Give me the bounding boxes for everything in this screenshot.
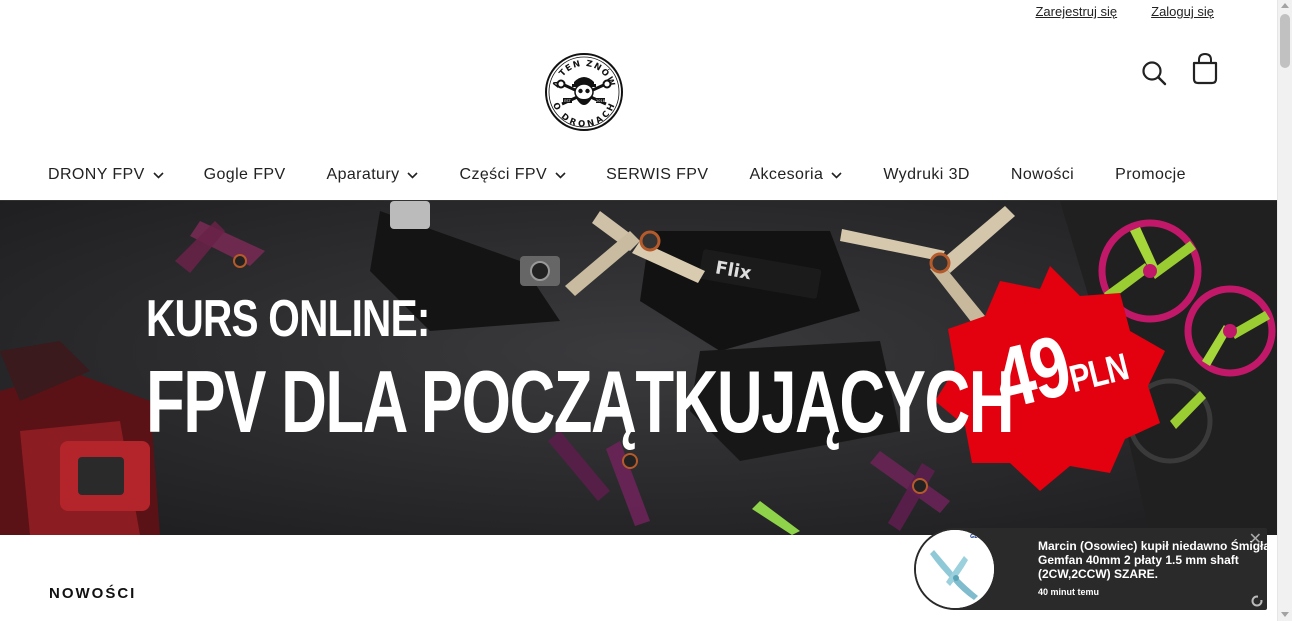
- logo-badge-icon: A TEN ZNÓW O DRONACH EST 2018: [545, 53, 623, 131]
- svg-text:2018: 2018: [596, 99, 605, 103]
- nav-item-promocje[interactable]: Promocje: [1115, 166, 1186, 184]
- scroll-up-arrow-icon[interactable]: [1281, 3, 1289, 8]
- main-nav: DRONY FPV Gogle FPV Aparatury Części FPV…: [48, 160, 1186, 190]
- login-link[interactable]: Zaloguj się: [1151, 4, 1214, 19]
- nav-item-label: SERWIS FPV: [606, 166, 709, 183]
- site-logo[interactable]: A TEN ZNÓW O DRONACH EST 2018: [544, 52, 624, 132]
- nav-item-serwis-fpv[interactable]: SERWIS FPV: [606, 166, 708, 184]
- search-icon[interactable]: [1140, 59, 1168, 87]
- page: Zarejestruj się Zaloguj się A TEN ZNÓW O…: [0, 0, 1277, 621]
- chevron-down-icon: [153, 171, 164, 179]
- nav-item-czesci-fpv[interactable]: Części FPV: [459, 166, 566, 184]
- section-title-nowosci: NOWOŚCI: [49, 585, 137, 602]
- hero-banner[interactable]: Flix KURS ONLINE: FPV DLA POCZĄTKUJĄCYCH…: [0, 201, 1277, 535]
- svg-text:EST: EST: [564, 99, 571, 103]
- nav-item-drony-fpv[interactable]: DRONY FPV: [48, 166, 164, 184]
- account-links: Zarejestruj się Zaloguj się: [1035, 4, 1214, 19]
- scroll-down-arrow-icon[interactable]: [1281, 612, 1289, 617]
- scrollbar-thumb[interactable]: [1280, 14, 1290, 68]
- notification-message: Marcin (Osowiec) kupił niedawno Śmigła G…: [1038, 539, 1271, 581]
- purchase-notification[interactable]: ✕ Marcin (Osowiec) kupił niedawno Śmigła…: [914, 528, 1270, 610]
- price-currency: PLN: [1065, 346, 1133, 402]
- hero-subtitle: KURS ONLINE:: [146, 290, 430, 348]
- nav-item-label: Gogle FPV: [203, 166, 286, 183]
- nav-item-label: Wydruki 3D: [883, 166, 970, 183]
- nav-item-label: Promocje: [1115, 166, 1186, 183]
- nav-item-akcesoria[interactable]: Akcesoria: [749, 166, 842, 184]
- nav-item-aparatury[interactable]: Aparatury: [327, 166, 419, 184]
- register-link[interactable]: Zarejestruj się: [1035, 4, 1117, 19]
- notification-product-image: GEMFAN: [914, 528, 996, 610]
- notification-box: ✕ Marcin (Osowiec) kupił niedawno Śmigła…: [952, 528, 1270, 610]
- chevron-down-icon: [555, 171, 566, 179]
- nav-item-gogle-fpv[interactable]: Gogle FPV: [204, 166, 286, 184]
- notification-time: 40 minut temu: [1038, 587, 1100, 597]
- nav-item-label: Akcesoria: [749, 166, 824, 183]
- nav-item-wydruki-3d[interactable]: Wydruki 3D: [883, 166, 970, 184]
- nav-item-label: DRONY FPV: [48, 166, 145, 183]
- hero-title: FPV DLA POCZĄTKUJĄCYCH: [146, 352, 1015, 451]
- nav-item-label: Nowości: [1010, 166, 1075, 183]
- nav-item-nowosci[interactable]: Nowości: [1011, 166, 1074, 184]
- nav-item-label: Aparatury: [326, 166, 400, 183]
- propeller-image-icon: GEMFAN: [916, 530, 994, 608]
- chevron-down-icon: [831, 171, 842, 179]
- vertical-scrollbar[interactable]: [1277, 0, 1292, 621]
- chevron-down-icon: [407, 171, 419, 179]
- notification-provider-icon: [1251, 595, 1263, 607]
- nav-item-label: Części FPV: [459, 166, 548, 183]
- shopping-bag-icon[interactable]: [1190, 52, 1220, 86]
